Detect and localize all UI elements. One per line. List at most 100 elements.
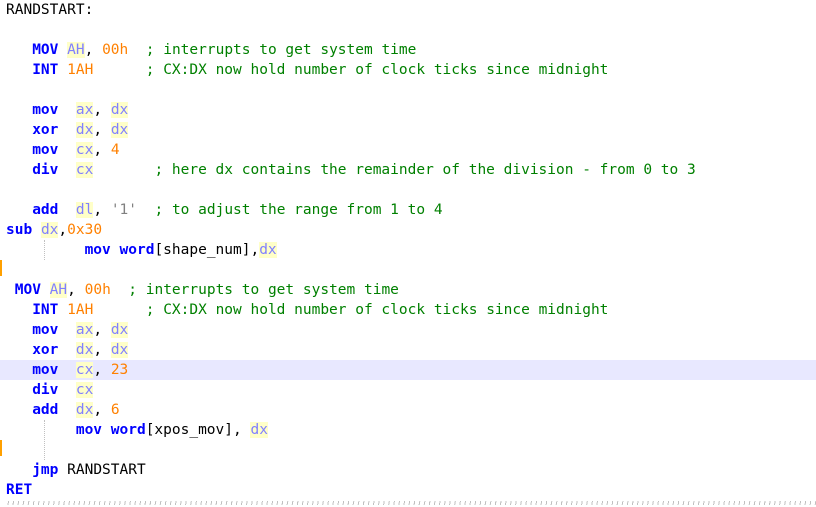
keyword-token: mov xyxy=(32,322,59,338)
code-line[interactable]: mov ax, dx xyxy=(0,320,816,340)
code-line[interactable]: sub dx,0x30 xyxy=(0,220,816,240)
register-token: cx xyxy=(75,382,94,398)
indent-guide xyxy=(44,240,45,260)
register-token: dx xyxy=(110,342,129,358)
keyword-token: RET xyxy=(6,482,33,498)
text-token: , xyxy=(58,222,68,238)
keyword-token: xor xyxy=(32,342,59,358)
code-line[interactable] xyxy=(0,260,816,280)
code-line[interactable]: mov word[shape_num],dx xyxy=(0,240,816,260)
register-token: dx xyxy=(40,222,59,238)
label-token: RANDSTART: xyxy=(6,2,94,18)
comment-token: ; interrupts to get system time xyxy=(128,282,399,298)
text-token: , xyxy=(93,122,111,138)
code-line[interactable]: mov word[xpos_mov], dx xyxy=(0,420,816,440)
number-token: 4 xyxy=(110,142,120,158)
code-line[interactable]: mov ax, dx xyxy=(0,100,816,120)
code-line[interactable] xyxy=(0,20,816,40)
code-line[interactable]: xor dx, dx xyxy=(0,120,816,140)
code-line[interactable]: INT 1AH ; CX:DX now hold number of clock… xyxy=(0,60,816,80)
code-line[interactable]: add dx, 6 xyxy=(0,400,816,420)
keyword-token: mov xyxy=(32,102,59,118)
code-line[interactable]: RANDSTART: xyxy=(0,0,816,20)
comment-token: ; CX:DX now hold number of clock ticks s… xyxy=(145,62,609,78)
comment-token: ; here dx contains the remainder of the … xyxy=(154,162,696,178)
code-line[interactable]: div cx ; here dx contains the remainder … xyxy=(0,160,816,180)
number-token: 0x30 xyxy=(67,222,103,238)
keyword-token: MOV xyxy=(14,282,41,298)
number-token: 00h xyxy=(84,282,111,298)
code-editor[interactable]: RANDSTART: MOV AH, 00h ; interrupts to g… xyxy=(0,0,816,507)
code-line[interactable]: MOV AH, 00h ; interrupts to get system t… xyxy=(0,40,816,60)
code-line[interactable]: RET xyxy=(0,480,816,500)
keyword-token: MOV xyxy=(32,42,59,58)
keyword-token: sub xyxy=(6,222,33,238)
text-token: , xyxy=(84,42,103,58)
code-line[interactable]: xor dx, dx xyxy=(0,340,816,360)
text-token: , xyxy=(93,362,111,378)
code-line[interactable] xyxy=(0,180,816,200)
code-line-current[interactable]: mov cx, 23 xyxy=(0,360,816,380)
register-token: AH xyxy=(67,42,85,58)
text-token: , xyxy=(93,142,111,158)
text-token: , xyxy=(93,402,111,418)
number-token: 1AH xyxy=(67,302,94,318)
register-token: cx xyxy=(75,362,94,378)
comment-token: ; to adjust the range from 1 to 4 xyxy=(154,202,443,218)
text-token: , xyxy=(93,102,111,118)
change-marker xyxy=(0,440,2,456)
text-token: , xyxy=(67,282,85,298)
code-line[interactable]: add dl, '1' ; to adjust the range from 1… xyxy=(0,200,816,220)
keyword-token: mov xyxy=(32,362,59,378)
register-token: dx xyxy=(110,322,129,338)
number-token: 00h xyxy=(102,42,129,58)
code-line[interactable] xyxy=(0,440,816,460)
text-token: , xyxy=(93,342,111,358)
keyword-token: xor xyxy=(32,122,59,138)
code-line[interactable]: div cx xyxy=(0,380,816,400)
comment-token: ; CX:DX now hold number of clock ticks s… xyxy=(145,302,609,318)
code-line[interactable]: MOV AH, 00h ; interrupts to get system t… xyxy=(0,280,816,300)
change-marker xyxy=(0,260,2,276)
comment-token: ; interrupts to get system time xyxy=(145,42,417,58)
number-token: 6 xyxy=(110,402,120,418)
register-token: ax xyxy=(75,322,94,338)
code-line[interactable]: INT 1AH ; CX:DX now hold number of clock… xyxy=(0,300,816,320)
code-line[interactable]: jmp RANDSTART xyxy=(0,460,816,480)
keyword-token: add xyxy=(32,402,59,418)
end-of-document-rule xyxy=(4,501,816,505)
code-line[interactable] xyxy=(0,80,816,100)
text-token: , xyxy=(93,202,111,218)
keyword-token: mov xyxy=(32,142,59,158)
indent-guide xyxy=(44,420,45,460)
code-line[interactable]: mov cx, 4 xyxy=(0,140,816,160)
text-token: RANDSTART xyxy=(67,462,146,478)
